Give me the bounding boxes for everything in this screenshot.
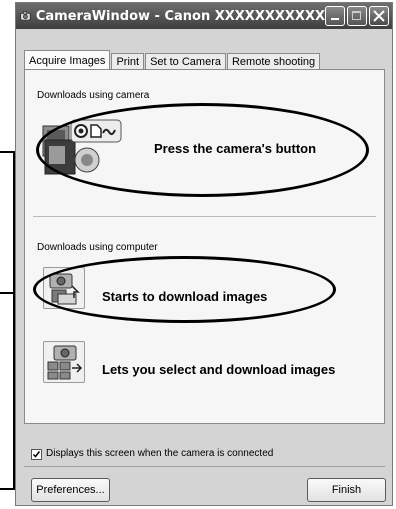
close-button[interactable] (369, 6, 389, 26)
tab-acquire-images[interactable]: Acquire Images (24, 50, 111, 71)
footer-divider (24, 466, 385, 467)
acquire-images-panel: Downloads using camera Press the camera'… (24, 69, 385, 424)
tab-bar: Acquire Images Print Set to Camera Remot… (24, 50, 321, 71)
camera-window: CameraWindow - Canon XXXXXXXXXXX Acquire… (15, 2, 393, 506)
camera-icon (20, 11, 31, 21)
computer-section-label: Downloads using computer (37, 242, 158, 253)
window-title: CameraWindow - Canon XXXXXXXXXXX (35, 8, 325, 24)
select-download-button[interactable] (43, 341, 85, 383)
select-download-label[interactable]: Lets you select and download images (102, 362, 335, 377)
title-bar[interactable]: CameraWindow - Canon XXXXXXXXXXX (16, 3, 392, 29)
highlight-ellipse-download (33, 256, 336, 323)
camera-section-label: Downloads using camera (37, 90, 150, 101)
section-divider (33, 216, 376, 217)
minimize-button[interactable] (325, 6, 345, 26)
show-on-connect-checkbox[interactable] (31, 449, 42, 460)
checkmark-icon (32, 451, 41, 458)
close-icon (373, 10, 385, 22)
select-download-icon (47, 345, 83, 380)
maximize-button[interactable] (347, 6, 367, 26)
preferences-button[interactable]: Preferences... (31, 478, 110, 502)
highlight-ellipse-camera (36, 103, 369, 197)
show-on-connect-label: Displays this screen when the camera is … (46, 448, 274, 459)
finish-button[interactable]: Finish (307, 478, 386, 502)
